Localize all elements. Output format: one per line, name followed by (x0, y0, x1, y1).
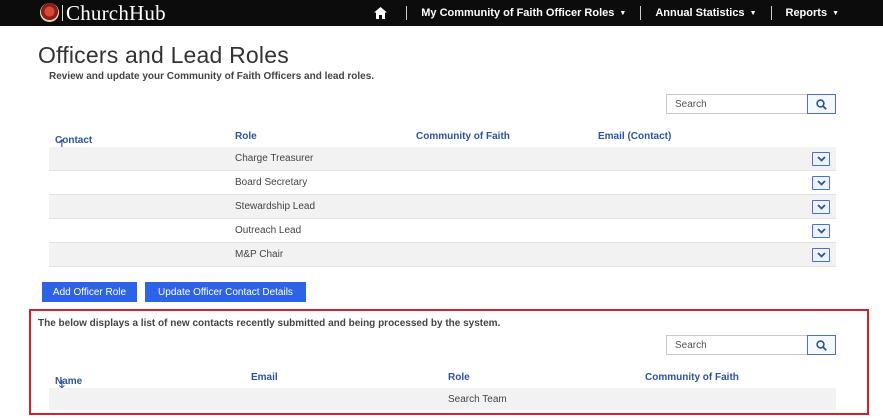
row-actions-button[interactable] (812, 248, 830, 262)
table-row: Stewardship Lead (49, 195, 836, 219)
brand-name[interactable]: ChurchHub (66, 1, 166, 25)
role-cell: Search Team (448, 394, 507, 405)
page-title: Officers and Lead Roles (38, 42, 289, 68)
row-actions-button[interactable] (812, 224, 830, 238)
role-cell: Stewardship Lead (235, 201, 316, 212)
role-cell: Board Secretary (235, 177, 308, 188)
officers-table-header: Contact 🡑 Role Community of Faith Email (… (49, 127, 836, 150)
brand-divider (62, 5, 63, 21)
table-row: M&P Chair (49, 243, 836, 267)
nav-reports-label: Reports (785, 7, 828, 19)
column-email[interactable]: Email (251, 372, 278, 383)
table-row: Charge Treasurer (49, 147, 836, 171)
caret-down-icon: ▼ (619, 9, 627, 17)
page-subtitle: Review and update your Community of Fait… (49, 71, 375, 82)
role-cell: Outreach Lead (235, 225, 302, 236)
pending-table-header: Name 🡓 Email Role Community of Faith (49, 368, 836, 391)
nav-annual-statistics[interactable]: Annual Statistics ▼ (649, 7, 762, 19)
role-cell: M&P Chair (235, 249, 284, 260)
search-icon (816, 98, 827, 110)
column-role[interactable]: Role (448, 372, 470, 383)
search-icon (816, 339, 827, 351)
church-crest-logo[interactable] (40, 3, 59, 22)
table-row: Board Secretary (49, 171, 836, 195)
top-navbar: ChurchHub My Community of Faith Officer … (0, 0, 883, 26)
column-email-contact[interactable]: Email (Contact) (598, 131, 671, 142)
column-role[interactable]: Role (235, 131, 257, 142)
chevron-down-icon (816, 180, 826, 186)
update-officer-contact-button[interactable]: Update Officer Contact Details (145, 282, 306, 302)
row-actions-button[interactable] (812, 200, 830, 214)
pending-search-button[interactable] (807, 335, 836, 355)
pending-search (666, 335, 836, 355)
home-icon[interactable] (372, 5, 388, 21)
column-community-of-faith[interactable]: Community of Faith (645, 372, 739, 383)
pending-contacts-note: The below displays a list of new contact… (38, 318, 501, 329)
column-community-of-faith[interactable]: Community of Faith (416, 131, 510, 142)
chevron-down-icon (816, 204, 826, 210)
caret-down-icon: ▼ (832, 9, 839, 17)
chevron-down-icon (816, 156, 826, 162)
table-row: Outreach Lead (49, 219, 836, 243)
role-cell: Charge Treasurer (235, 153, 314, 164)
pending-search-input[interactable] (666, 335, 807, 355)
caret-down-icon: ▼ (749, 9, 757, 17)
main-nav: My Community of Faith Officer Roles ▼ An… (372, 0, 845, 26)
add-officer-role-button[interactable]: Add Officer Role (42, 282, 137, 302)
row-actions-button[interactable] (812, 152, 830, 166)
row-actions-button[interactable] (812, 176, 830, 190)
nav-officer-roles[interactable]: My Community of Faith Officer Roles ▼ (415, 7, 632, 19)
nav-officer-roles-label: My Community of Faith Officer Roles (421, 7, 615, 19)
chevron-down-icon (816, 228, 826, 234)
table-row: Search Team (49, 388, 836, 410)
officers-search-button[interactable] (807, 94, 836, 114)
chevron-down-icon (816, 252, 826, 258)
officers-search (666, 94, 836, 114)
nav-reports[interactable]: Reports ▼ (780, 7, 846, 19)
nav-divider (770, 6, 772, 20)
nav-annual-statistics-label: Annual Statistics (655, 7, 745, 19)
nav-divider (406, 6, 408, 20)
nav-divider (640, 6, 642, 20)
officers-search-input[interactable] (666, 94, 807, 114)
